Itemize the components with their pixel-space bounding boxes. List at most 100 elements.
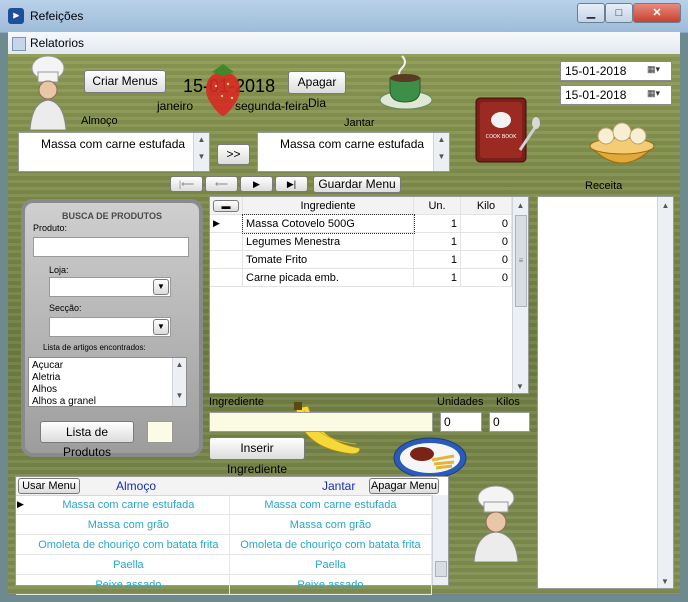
header-kilo[interactable]: Kilo [460, 197, 512, 215]
cell-un[interactable]: 1 [413, 232, 461, 251]
guardar-menu-button[interactable]: Guardar Menu [313, 176, 401, 193]
scroll-down-icon[interactable]: ▼ [173, 391, 186, 400]
cell-kilo[interactable]: 0 [460, 250, 512, 269]
maximize-button[interactable]: □ [605, 3, 633, 23]
header-ingrediente[interactable]: Ingrediente [242, 197, 414, 215]
table-row[interactable]: ▶ Massa Cotovelo 500G 1 0 [210, 213, 512, 234]
cell-un[interactable]: 1 [413, 214, 461, 233]
almoco-textbox[interactable]: Massa com carne estufada ▲ ▼ [18, 132, 210, 172]
first-day-button[interactable]: |⟵ [170, 176, 203, 192]
grid-header-corner[interactable]: ▬ [210, 197, 243, 215]
criar-menus-button[interactable]: Criar Menus [84, 70, 166, 93]
cell-ingrediente[interactable]: Carne picada emb. [242, 268, 414, 287]
collapse-icon[interactable]: ▬ [213, 199, 239, 212]
table-row[interactable]: Tomate Frito 1 0 [210, 250, 512, 269]
jantar-scrollbar[interactable]: ▲ ▼ [433, 133, 449, 171]
kilos-input[interactable]: 0 [489, 412, 530, 432]
cell-jantar[interactable]: Paella [229, 554, 433, 575]
header-un[interactable]: Un. [413, 197, 461, 215]
cell-ingrediente[interactable]: Tomate Frito [242, 250, 414, 269]
inserir-ingrediente-button[interactable]: Inserir Ingrediente [209, 437, 305, 476]
table-row[interactable]: Carne picada emb. 1 0 [210, 268, 512, 287]
header-jantar[interactable]: Jantar [322, 479, 355, 493]
cell-jantar[interactable]: Peixe assado [229, 574, 433, 595]
date-picker-end[interactable]: 15-01-2018 ▦▾ [560, 85, 672, 105]
list-item[interactable]: Açucar [32, 360, 96, 372]
copy-almoco-to-jantar-button[interactable]: >> [217, 144, 250, 165]
menu-relatorios[interactable]: Relatorios [30, 36, 84, 50]
scroll-down-icon[interactable]: ▼ [661, 577, 669, 586]
cell-kilo[interactable]: 0 [460, 268, 512, 287]
cell-kilo[interactable]: 0 [460, 232, 512, 251]
row-selector [210, 232, 243, 251]
scroll-down-icon[interactable]: ▼ [516, 382, 524, 391]
artigos-listbox[interactable]: Açucar Aletria Alhos Alhos a granel ▲ ▼ [28, 357, 187, 407]
apagar-menu-button[interactable]: Apagar Menu [369, 478, 439, 494]
cell-jantar[interactable]: Massa com grão [229, 514, 433, 535]
row-selector-icon: ▶ [16, 495, 28, 515]
scroll-up-icon[interactable]: ▲ [658, 201, 673, 210]
list-item[interactable]: Aletria [32, 372, 96, 384]
table-row[interactable]: Paella Paella [16, 554, 433, 575]
cell-ingrediente[interactable]: Legumes Menestra [242, 232, 414, 251]
current-month: janeiro [157, 99, 194, 113]
scroll-down-icon[interactable]: ▼ [194, 152, 209, 161]
produto-label: Produto: [33, 223, 68, 233]
calendar-dropdown-icon[interactable]: ▦▾ [647, 64, 669, 78]
table-row[interactable]: ▶ Massa com carne estufada Massa com car… [16, 495, 433, 515]
cell-almoco[interactable]: Omoleta de chouriço com batata frita [27, 534, 230, 555]
cell-almoco[interactable]: Massa com grão [27, 514, 230, 535]
lista-produtos-button[interactable]: Lista de Produtos [40, 421, 134, 459]
cell-un[interactable]: 1 [413, 268, 461, 287]
list-item[interactable]: Alhos [32, 384, 96, 396]
cell-almoco[interactable]: Peixe assado [27, 574, 230, 595]
unidades-input[interactable]: 0 [440, 412, 482, 432]
chevron-down-icon[interactable]: ▼ [153, 319, 169, 335]
ingrediente-input[interactable] [209, 412, 433, 432]
cell-almoco[interactable]: Massa com carne estufada [27, 495, 230, 515]
table-row[interactable]: Massa com grão Massa com grão [16, 514, 433, 535]
ingredients-table: ▬ Ingrediente Un. Kilo ▶ Massa Cotovelo … [210, 197, 512, 287]
scroll-up-icon[interactable]: ▲ [194, 135, 209, 144]
next-day-button[interactable]: ▶ [240, 176, 273, 192]
artigos-scrollbar[interactable]: ▲ ▼ [172, 358, 186, 406]
scroll-up-icon[interactable]: ▲ [173, 360, 186, 369]
jantar-textbox[interactable]: Massa com carne estufada ▲ ▼ [257, 132, 450, 172]
scroll-thumb[interactable] [435, 561, 447, 577]
almoco-scrollbar[interactable]: ▲ ▼ [193, 133, 209, 171]
cell-ingrediente[interactable]: Massa Cotovelo 500G [241, 213, 415, 234]
last-day-button[interactable]: ▶| [275, 176, 308, 192]
produto-input[interactable] [33, 237, 189, 257]
cell-un[interactable]: 1 [413, 250, 461, 269]
chevron-down-icon[interactable]: ▼ [153, 279, 169, 295]
scroll-up-icon[interactable]: ▲ [513, 201, 528, 210]
minimize-button[interactable]: ▁ [577, 3, 605, 23]
cell-kilo[interactable]: 0 [460, 214, 512, 233]
receita-scrollbar[interactable]: ▲ ▼ [657, 197, 673, 588]
scroll-thumb[interactable]: ≡ [515, 215, 527, 307]
cell-almoco[interactable]: Paella [27, 554, 230, 575]
previous-day-button[interactable]: ⟵ [205, 176, 238, 192]
scroll-down-icon[interactable]: ▼ [434, 152, 449, 161]
cell-jantar[interactable]: Massa com carne estufada [229, 495, 433, 515]
close-button[interactable]: ✕ [633, 3, 681, 23]
seccao-select[interactable]: ▼ [49, 317, 171, 337]
date-picker-end-value: 15-01-2018 [565, 88, 627, 102]
table-row[interactable]: Peixe assado Peixe assado [16, 574, 433, 595]
ingredients-scrollbar[interactable]: ▲ ≡ ▼ [512, 197, 528, 393]
scroll-up-icon[interactable]: ▲ [434, 135, 449, 144]
table-row[interactable]: Omoleta de chouriço com batata frita Omo… [16, 534, 433, 555]
calendar-dropdown-icon[interactable]: ▦▾ [647, 88, 669, 102]
table-row[interactable]: Legumes Menestra 1 0 [210, 232, 512, 251]
cell-jantar[interactable]: Omoleta de chouriço com batata frita [229, 534, 433, 555]
header-almoco[interactable]: Almoço [116, 479, 156, 493]
app-icon: ⫸ [8, 8, 24, 24]
loja-select[interactable]: ▼ [49, 277, 171, 297]
receita-textbox[interactable]: ▲ ▼ [537, 196, 674, 589]
date-picker-start[interactable]: 15-01-2018 ▦▾ [560, 61, 672, 81]
list-item[interactable]: Alhos a granel [32, 396, 96, 408]
apagar-dia-button[interactable]: Apagar Dia [288, 71, 346, 110]
search-title: BUSCA DE PRODUTOS [61, 211, 162, 221]
usar-menu-button[interactable]: Usar Menu [18, 478, 80, 494]
menus-scrollbar[interactable] [432, 495, 448, 585]
